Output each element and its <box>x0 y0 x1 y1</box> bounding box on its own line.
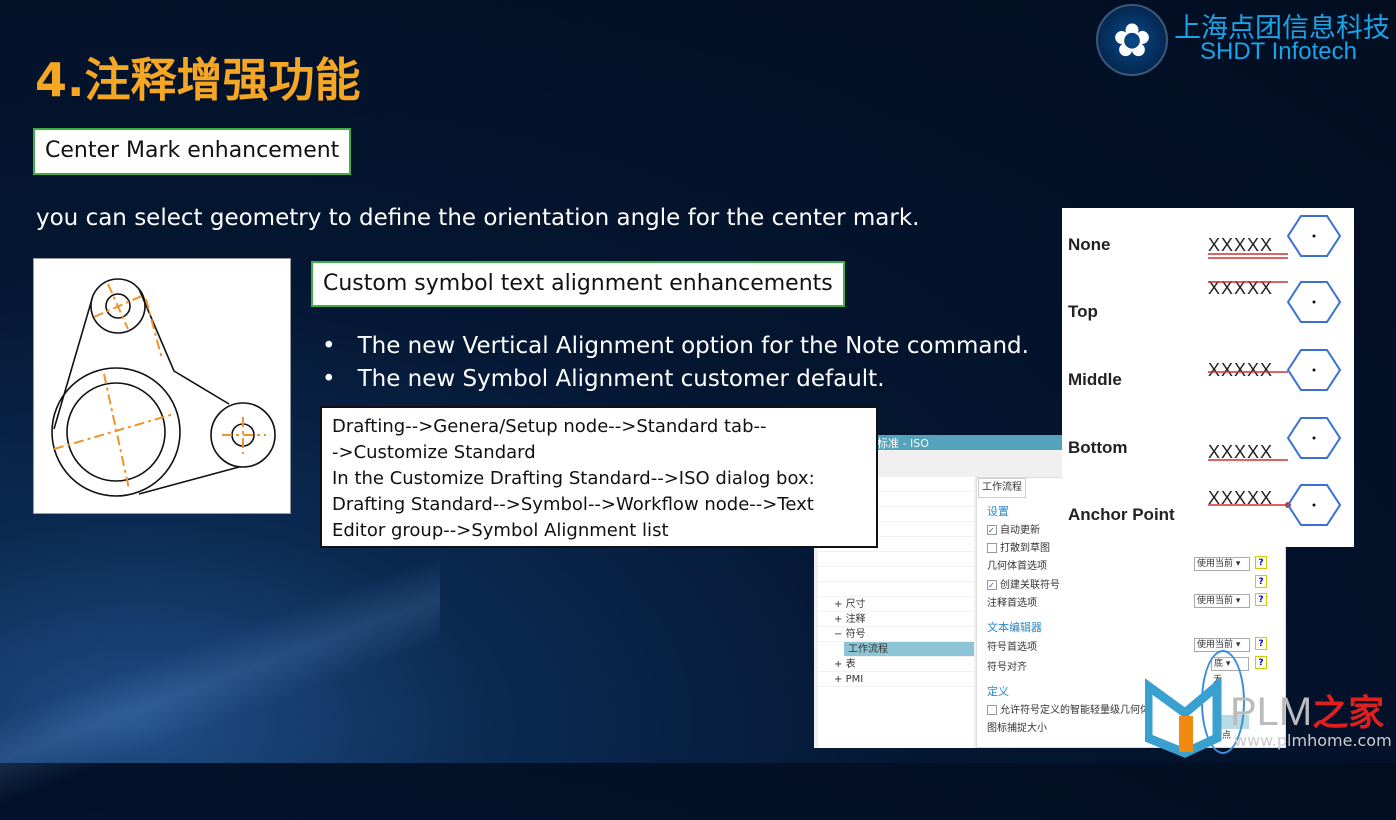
tree-item[interactable]: + 注释 <box>818 612 974 627</box>
tree-item[interactable]: − 符号 <box>818 627 974 642</box>
tree-item[interactable]: + PMI <box>818 672 974 687</box>
help-icon[interactable]: ? <box>1255 656 1267 669</box>
geom-pref-dropdown[interactable]: 使用当前 ▾ <box>1194 557 1250 571</box>
note-pref-dropdown[interactable]: 使用当前 ▾ <box>1194 594 1250 608</box>
symbol-alignment-heading: Custom symbol text alignment enhancement… <box>311 261 845 307</box>
tab-workflow[interactable]: 工作流程 <box>978 478 1026 498</box>
geom-pref-label: 几何体首选项 <box>987 561 1047 572</box>
tree-item[interactable]: + 表 <box>818 657 974 672</box>
help-icon[interactable]: ? <box>1255 556 1267 569</box>
note-pref-label: 注释首选项 <box>987 598 1037 609</box>
watermark-url: www.plmhome.com <box>1234 731 1392 750</box>
watermark: PLM之家 <box>1230 690 1385 734</box>
center-mark-heading: Center Mark enhancement <box>33 128 352 175</box>
plmhome-logo-icon <box>1145 678 1222 758</box>
center-mark-drawing <box>33 258 291 514</box>
help-icon[interactable]: ? <box>1255 637 1267 650</box>
bullet-1: • The new Vertical Alignment option for t… <box>322 333 1029 359</box>
navigation-path-note: Drafting-->Genera/Setup node-->Standard … <box>320 406 878 548</box>
alignment-examples-panel: None Top Middle Bottom Anchor Point XXXX… <box>1062 208 1354 547</box>
settings-heading: 设置 <box>987 505 1009 518</box>
tree-item[interactable]: + 尺寸 <box>818 597 974 612</box>
background-streak <box>0 560 440 820</box>
center-mark-text: you can select geometry to define the or… <box>36 205 920 231</box>
bullet-text: The new Symbol Alignment customer defaul… <box>357 366 885 392</box>
symbol-pref-label: 符号首选项 <box>987 642 1037 653</box>
brand-en: SHDT Infotech <box>1200 38 1357 65</box>
definition-heading: 定义 <box>987 685 1009 698</box>
bullet-text: The new Vertical Alignment option for th… <box>357 333 1029 359</box>
help-icon[interactable]: ? <box>1255 593 1267 606</box>
tree-item-workflow[interactable]: 工作流程 <box>844 642 974 657</box>
create-assoc-checkbox[interactable]: ✓ 创建关联符号 <box>987 576 1060 591</box>
help-icon[interactable]: ? <box>1255 575 1267 588</box>
bullet-2: • The new Symbol Alignment customer defau… <box>322 366 885 392</box>
company-logo-icon: ✿ <box>1096 4 1168 76</box>
slide-title: 4.注释增强功能 <box>35 53 361 107</box>
explode-checkbox[interactable]: 打散到草图 <box>987 539 1050 554</box>
text-editor-heading: 文本编辑器 <box>987 621 1042 634</box>
icon-size-label: 图标捕捉大小 <box>987 723 1047 734</box>
allow-smart-checkbox[interactable]: 允许符号定义的智能轻量级几何体 <box>987 701 1150 716</box>
hexagon-symbols <box>1208 215 1342 526</box>
auto-update-checkbox[interactable]: ✓ 自动更新 <box>987 521 1040 536</box>
symbol-align-label: 符号对齐 <box>987 662 1027 673</box>
